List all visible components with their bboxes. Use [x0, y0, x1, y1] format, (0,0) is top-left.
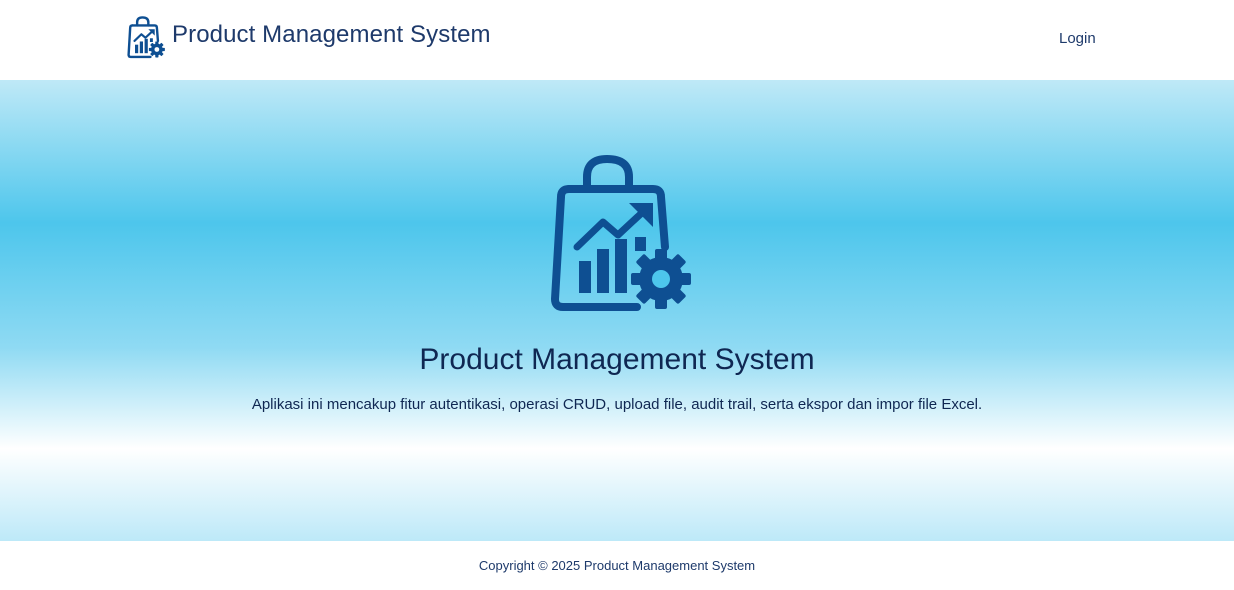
footer-copyright: Copyright © 2025 Product Management Syst… — [478, 558, 756, 573]
shopping-bag-chart-gear-icon — [551, 155, 691, 311]
brand-title: Product Management System — [172, 20, 491, 48]
shopping-bag-chart-gear-icon — [127, 15, 165, 58]
hero-description: Aplikasi ini mencakup fitur autentikasi,… — [251, 396, 983, 413]
brand-link[interactable]: Product Management System — [127, 15, 491, 60]
footer: Copyright © 2025 Product Management Syst… — [0, 541, 1234, 590]
login-link[interactable]: Login — [1059, 30, 1096, 47]
hero-title: Product Management System — [419, 343, 815, 376]
hero-section: Product Management System Aplikasi ini m… — [0, 80, 1234, 541]
top-navbar: Product Management System Login — [0, 0, 1234, 80]
